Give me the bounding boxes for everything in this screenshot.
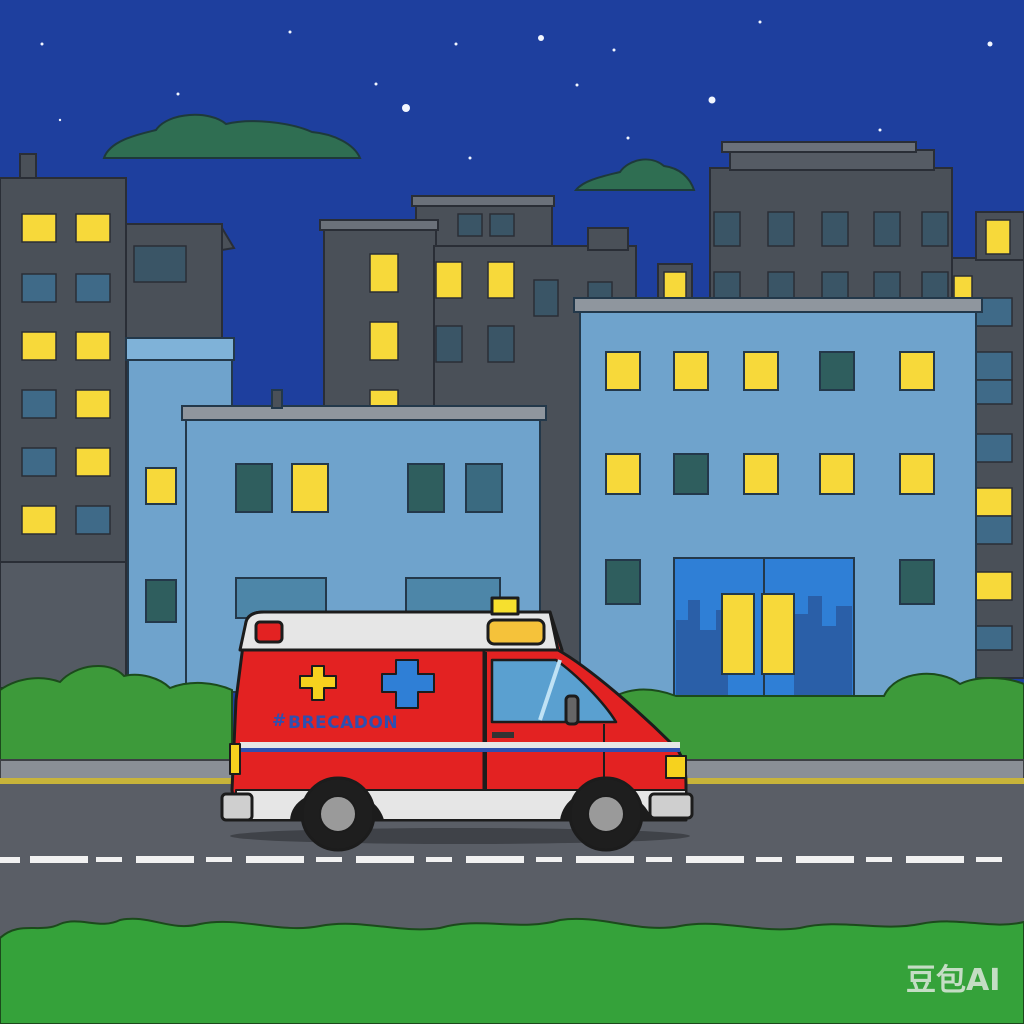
front-bumper <box>648 792 694 820</box>
front-wheel <box>568 776 644 852</box>
night-city-scene: # BRECADON 豆包AI <box>0 0 1024 1024</box>
road-lane-dashes <box>0 856 1002 863</box>
ambulance-side-prefix: # <box>272 711 287 731</box>
roof-light-front <box>486 618 546 646</box>
ambulance-side-text: BRECADON <box>288 713 398 733</box>
rear-wheel <box>300 776 376 852</box>
foreground-grass <box>0 917 1024 1024</box>
building-entrance <box>673 557 855 697</box>
roof-light-rear <box>254 620 284 644</box>
watermark: 豆包AI <box>906 963 1000 998</box>
rear-light <box>229 743 241 775</box>
rear-bumper <box>220 792 254 822</box>
headlight <box>665 755 687 779</box>
side-mirror <box>564 694 580 726</box>
